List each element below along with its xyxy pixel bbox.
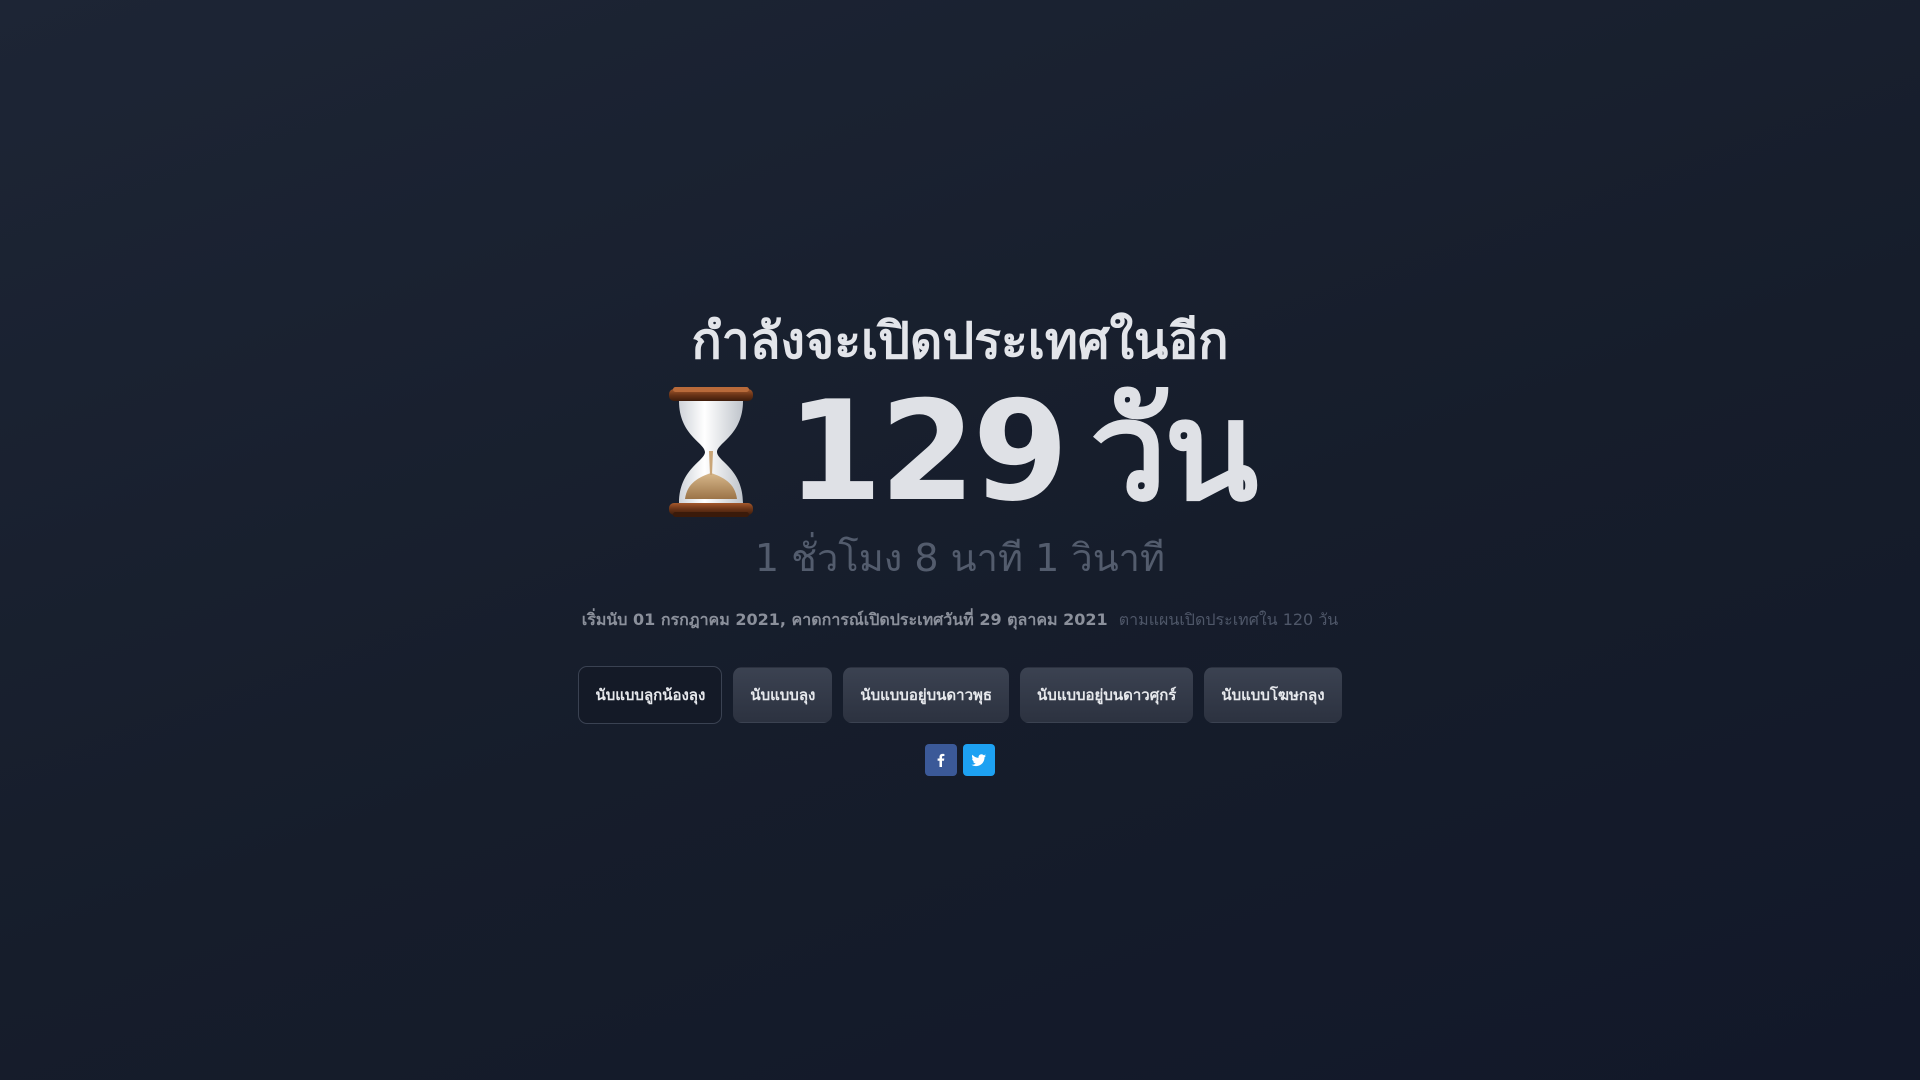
days-unit: วัน	[1089, 371, 1259, 532]
share-buttons	[0, 744, 1920, 776]
hourglass-icon	[665, 387, 757, 517]
days-number: 129	[786, 371, 1069, 532]
mode-button-subordinate[interactable]: นับแบบลูกน้องลุง	[578, 666, 723, 724]
twitter-icon	[971, 754, 986, 767]
start-info: เริ่มนับ 01 กรกฎาคม 2021, คาดการณ์เปิดปร…	[0, 608, 1920, 632]
plan-note: ตามแผนเปิดประเทศใน 120 วัน	[1118, 610, 1339, 629]
facebook-icon	[937, 753, 945, 767]
page-title: กำลังจะเปิดประเทศในอีก	[691, 312, 1229, 370]
days-display: 129 วัน	[786, 371, 1259, 532]
twitter-share-button[interactable]	[963, 744, 995, 776]
mode-button-mercury[interactable]: นับแบบอยู่บนดาวพุธ	[843, 667, 1010, 723]
mode-button-venus[interactable]: นับแบบอยู่บนดาวศุกร์	[1020, 667, 1194, 723]
mode-button-spokesperson[interactable]: นับแบบโฆษกลุง	[1204, 667, 1342, 723]
mode-button-uncle[interactable]: นับแบบลุง	[733, 667, 833, 723]
start-date-text: เริ่มนับ 01 กรกฎาคม 2021, คาดการณ์เปิดปร…	[581, 610, 1108, 629]
days-countdown: 129 วัน	[0, 371, 1920, 532]
facebook-share-button[interactable]	[925, 744, 957, 776]
time-remaining: 1 ชั่วโมง 8 นาที 1 วินาที	[754, 536, 1166, 580]
count-mode-selector: นับแบบลูกน้องลุง นับแบบลุง นับแบบอยู่บนด…	[0, 666, 1920, 724]
countdown-page: กำลังจะเปิดประเทศในอีก 129 วัน 1 ชั่วโมง…	[0, 0, 1920, 1080]
